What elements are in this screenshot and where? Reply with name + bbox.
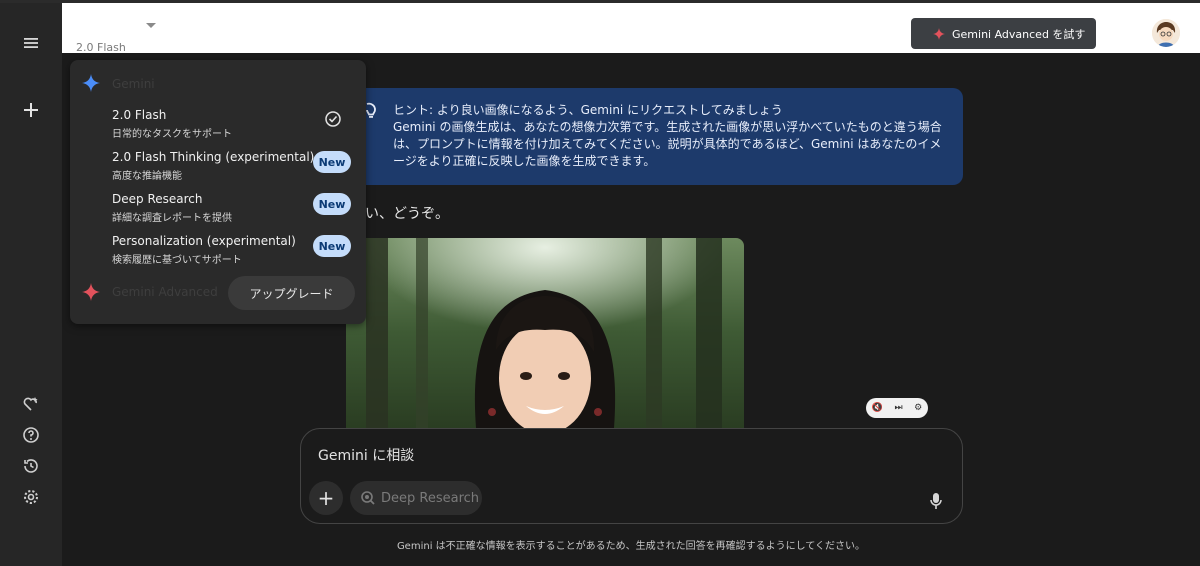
model-menu: Gemini 2.0 Flash 日常的なタスクをサポート 2.0 Flash … [70, 60, 366, 324]
new-badge: New [313, 151, 351, 173]
gemini-advanced-spark-icon [82, 283, 100, 301]
hint-title: ヒント: より良い画像になるよう、Gemini にリクエストしてみましょう [393, 103, 783, 117]
new-badge: New [313, 235, 351, 257]
response-text: い、どうぞ。 [365, 206, 449, 222]
hint-card: ヒント: より良い画像になるよう、Gemini にリクエストしてみましょう Ge… [345, 88, 963, 185]
prompt-input-box[interactable]: Gemini に相談 + Deep Research [300, 428, 963, 524]
check-circle-icon [325, 111, 341, 127]
try-gemini-advanced-button[interactable]: Gemini Advanced を試す [911, 18, 1096, 49]
menu-item-title: Personalization (experimental) [112, 234, 296, 248]
generated-image[interactable] [346, 238, 744, 428]
menu-item-deep-research[interactable]: Deep Research 詳細な調査レポートを提供 New [70, 192, 366, 232]
settings-gear-icon[interactable] [19, 485, 43, 509]
disclaimer: Gemini は不正確な情報を表示することがあるため、生成された回答を再確認する… [396, 541, 866, 552]
skip-icon[interactable]: ⏭ [895, 403, 903, 413]
menu-item-personalization[interactable]: Personalization (experimental) 検索履歴に基づいて… [70, 234, 366, 274]
top-bar: 2.0 Flash Gemini Advanced を試す [62, 3, 1200, 54]
sidebar [0, 3, 62, 566]
upgrade-button[interactable]: アップグレード [228, 276, 355, 310]
gem-heart-icon[interactable] [19, 392, 43, 416]
new-badge: New [313, 193, 351, 215]
prompt-input[interactable]: Gemini に相談 [318, 445, 414, 465]
menu-item-subtitle: 日常的なタスクをサポート [112, 129, 232, 140]
deep-research-icon [361, 491, 375, 505]
gemini-spark-icon [82, 74, 100, 92]
menu-item-subtitle: 検索履歴に基づいてサポート [112, 255, 242, 266]
menu-icon[interactable] [19, 31, 43, 55]
generated-portrait-photo [346, 238, 744, 428]
menu-item-flash-thinking[interactable]: 2.0 Flash Thinking (experimental) 高度な推論機… [70, 150, 366, 190]
menu-item-2-0-flash[interactable]: 2.0 Flash 日常的なタスクをサポート [70, 108, 366, 148]
model-selector-label[interactable]: 2.0 Flash [76, 41, 126, 54]
gemini-advanced-label: Gemini Advanced [112, 285, 218, 299]
try-gemini-advanced-label: Gemini Advanced を試す [952, 27, 1086, 41]
model-dropdown-caret-icon[interactable] [146, 23, 156, 28]
new-chat-icon[interactable] [19, 98, 43, 122]
microphone-icon[interactable] [929, 492, 943, 510]
add-attachment-button[interactable]: + [309, 481, 343, 515]
plus-icon: + [317, 486, 335, 510]
menu-item-title: 2.0 Flash Thinking (experimental) [112, 150, 315, 164]
settings-gear-small-icon[interactable]: ⚙ [914, 403, 922, 413]
mute-icon[interactable]: 🔇 [872, 403, 883, 413]
activity-history-icon[interactable] [19, 454, 43, 478]
menu-section-label: Gemini [112, 77, 155, 91]
help-icon[interactable] [19, 423, 43, 447]
hint-body: Gemini の画像生成は、あなたの想像力次第です。生成された画像が思い浮かべて… [393, 120, 942, 168]
avatar[interactable] [1152, 19, 1180, 47]
menu-item-title: 2.0 Flash [112, 108, 167, 122]
avatar-illustration [1152, 19, 1180, 47]
deep-research-chip[interactable]: Deep Research [350, 481, 482, 515]
menu-item-subtitle: 詳細な調査レポートを提供 [112, 213, 232, 224]
gemini-spark-icon [933, 27, 945, 40]
media-controls: 🔇 ⏭ ⚙ [866, 398, 928, 418]
menu-item-title: Deep Research [112, 192, 203, 206]
menu-item-subtitle: 高度な推論機能 [112, 171, 182, 182]
deep-research-label: Deep Research [381, 490, 480, 506]
